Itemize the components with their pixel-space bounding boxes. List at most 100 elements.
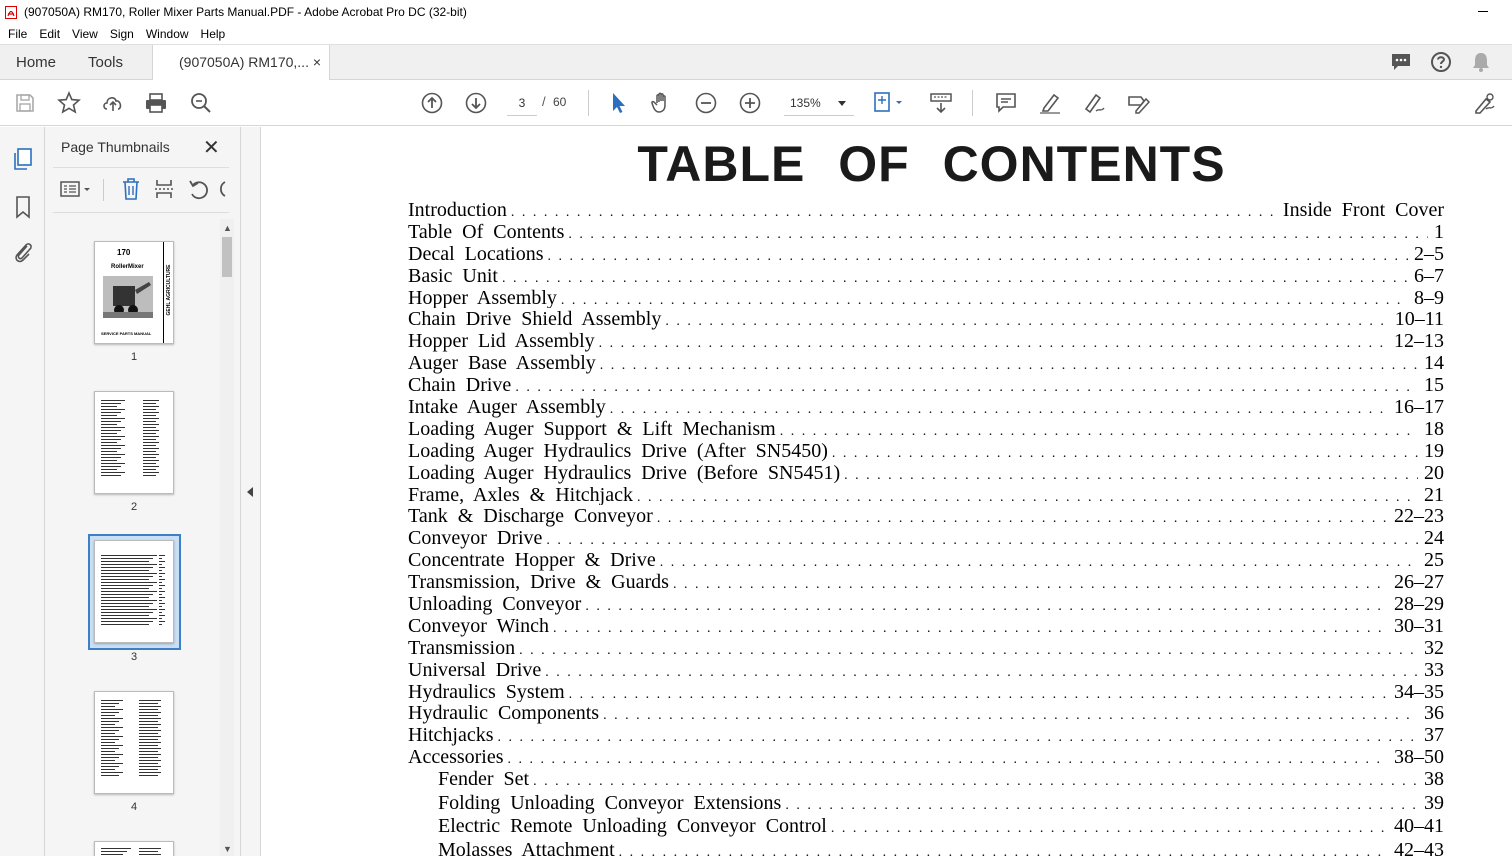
toc-entry[interactable]: Concentrate Hopper & Drive 25 [408, 549, 1444, 572]
toc-entry[interactable]: Folding Unloading Conveyor Extensions 39 [408, 791, 1444, 816]
page-thumbnail-4[interactable] [94, 691, 174, 794]
select-pointer-icon[interactable] [606, 91, 630, 115]
thumbnail-line [101, 573, 157, 574]
toc-entry[interactable]: Loading Auger Support & Lift Mechanism 18 [408, 417, 1444, 440]
extract-page-icon[interactable] [152, 177, 176, 201]
toc-entry[interactable]: Frame, Axles & Hitchjack 21 [408, 483, 1444, 506]
toc-entry[interactable]: Hopper Lid Assembly 12–13 [408, 330, 1444, 353]
toc-entry[interactable]: Table Of Contents 1 [408, 220, 1444, 243]
scrollbar-thumb[interactable] [222, 237, 232, 277]
toc-entry[interactable]: Electric Remote Unloading Conveyor Contr… [408, 815, 1444, 839]
toc-entry-page: 39 [1418, 791, 1444, 815]
bookmark-star-icon[interactable] [57, 91, 81, 115]
help-icon[interactable] [1430, 51, 1452, 73]
toc-entry[interactable]: Loading Auger Hydraulics Drive (After SN… [408, 439, 1444, 462]
toc-entry[interactable]: Intake Auger Assembly 16–17 [408, 396, 1444, 418]
document-view[interactable]: TABLE OF CONTENTS Introduction Inside Fro… [261, 127, 1512, 856]
toc-entry[interactable]: Tank & Discharge Conveyor 22–23 [408, 505, 1444, 528]
toc-leader-dots [545, 665, 1418, 681]
toc-entry[interactable]: Hopper Assembly 8–9 [408, 286, 1444, 309]
toc-entry[interactable]: Unloading Conveyor 28–29 [408, 593, 1444, 615]
panel-collapse-strip[interactable] [241, 127, 261, 856]
bookmark-icon[interactable] [11, 195, 35, 219]
tab-tools[interactable]: Tools [88, 45, 123, 80]
collapse-arrow-icon[interactable] [247, 487, 253, 497]
thumbnail-line [139, 703, 158, 704]
toc-entry[interactable]: Chain Drive Shield Assembly 10–11 [408, 308, 1444, 331]
minimize-button[interactable] [1476, 3, 1490, 17]
page-thumbnail-3[interactable] [94, 540, 174, 643]
search-zoom-icon[interactable] [189, 91, 213, 115]
thumbnail-line [101, 415, 117, 416]
menu-file[interactable]: File [0, 24, 33, 44]
attachment-icon[interactable] [11, 240, 35, 264]
page-thumbnail-2[interactable] [94, 391, 174, 494]
toc-entry-label: Loading Auger Support & Lift Mechanism [408, 417, 780, 440]
page-thumbnail-1[interactable]: 170 RollerMixer SERVICE PARTS MANUAL GEH… [94, 241, 174, 344]
notification-bell-icon[interactable] [1470, 51, 1492, 73]
thumbnail-line [139, 739, 158, 740]
scroll-down-icon[interactable]: ▼ [223, 844, 232, 854]
tab-close-icon[interactable]: × [313, 45, 321, 80]
page-thumbnail-5[interactable] [94, 841, 174, 856]
toc-entry[interactable]: Transmission, Drive & Guards 26–27 [408, 571, 1444, 594]
toc-entry[interactable]: Loading Auger Hydraulics Drive (Before S… [408, 461, 1444, 484]
panel-close-icon[interactable]: ✕ [203, 135, 220, 160]
menu-window[interactable]: Window [140, 24, 195, 44]
upload-icon[interactable] [101, 91, 125, 115]
toc-entry[interactable]: Transmission 32 [408, 636, 1444, 659]
thumbnail-scrollbar[interactable]: ▲ ▼ [220, 219, 234, 856]
toc-entry[interactable]: Chain Drive 15 [408, 374, 1444, 397]
toc-entry[interactable]: Hydraulic Components 36 [408, 702, 1444, 725]
fit-page-icon[interactable] [872, 91, 908, 115]
tab-home[interactable]: Home [16, 45, 56, 80]
chat-icon[interactable] [1390, 51, 1412, 73]
zoom-select[interactable]: 135% [784, 90, 854, 116]
menu-view[interactable]: View [66, 24, 104, 44]
thumbnail-line [101, 727, 123, 728]
stamp-icon[interactable] [1126, 91, 1150, 115]
thumbnail-line [139, 772, 161, 773]
thumbnail-options-icon[interactable] [59, 177, 93, 201]
toc-entry[interactable]: Hitchjacks 37 [408, 724, 1444, 747]
toc-entry[interactable]: Decal Locations 2–5 [408, 242, 1444, 265]
toc-entry[interactable]: Conveyor Winch 30–31 [408, 614, 1444, 637]
toc-entry-page: 1 [1428, 220, 1444, 243]
thumbnail-line [101, 475, 121, 476]
scroll-up-icon[interactable]: ▲ [223, 223, 232, 233]
rotate-page-icon[interactable] [186, 177, 210, 201]
toc-entry-label: Table Of Contents [408, 220, 569, 243]
menu-help[interactable]: Help [195, 24, 232, 44]
menu-edit[interactable]: Edit [33, 24, 66, 44]
scroll-mode-icon[interactable] [929, 91, 953, 115]
zoom-in-icon[interactable] [738, 91, 762, 115]
hand-icon[interactable] [650, 91, 674, 115]
toc-entry-page: 18 [1418, 417, 1444, 440]
share-icon[interactable] [1472, 91, 1496, 115]
toc-entry[interactable]: Basic Unit 6–7 [408, 264, 1444, 287]
comment-icon[interactable] [994, 91, 1018, 115]
toc-entry[interactable]: Introduction Inside Front Cover [408, 199, 1444, 221]
more-tools-icon[interactable] [215, 177, 227, 201]
toc-leader-dots [553, 621, 1388, 637]
next-page-icon[interactable] [464, 91, 488, 115]
page-thumbnails-icon[interactable] [11, 147, 35, 171]
toc-entry[interactable]: Hydraulics System 34–35 [408, 680, 1444, 703]
toc-entry[interactable]: Accessories 38–50 [408, 746, 1444, 769]
zoom-out-icon[interactable] [694, 91, 718, 115]
previous-page-icon[interactable] [420, 91, 444, 115]
toc-entry[interactable]: Molasses Attachment 42–43 [408, 838, 1444, 856]
toc-entry-label: Introduction [408, 199, 511, 221]
print-icon[interactable] [144, 91, 168, 115]
highlight-pen-icon[interactable] [1038, 91, 1062, 115]
toc-entry[interactable]: Conveyor Drive 24 [408, 527, 1444, 550]
toc-entry[interactable]: Fender Set 38 [408, 768, 1444, 792]
page-number-input[interactable]: 3 [507, 90, 537, 116]
toc-entry[interactable]: Universal Drive 33 [408, 658, 1444, 681]
delete-page-icon[interactable] [119, 177, 143, 201]
draw-icon[interactable] [1082, 91, 1106, 115]
tab-document[interactable]: (907050A) RM170,... × [152, 45, 330, 81]
save-icon[interactable] [13, 91, 37, 115]
toc-entry[interactable]: Auger Base Assembly 14 [408, 352, 1444, 375]
menu-sign[interactable]: Sign [104, 24, 140, 44]
